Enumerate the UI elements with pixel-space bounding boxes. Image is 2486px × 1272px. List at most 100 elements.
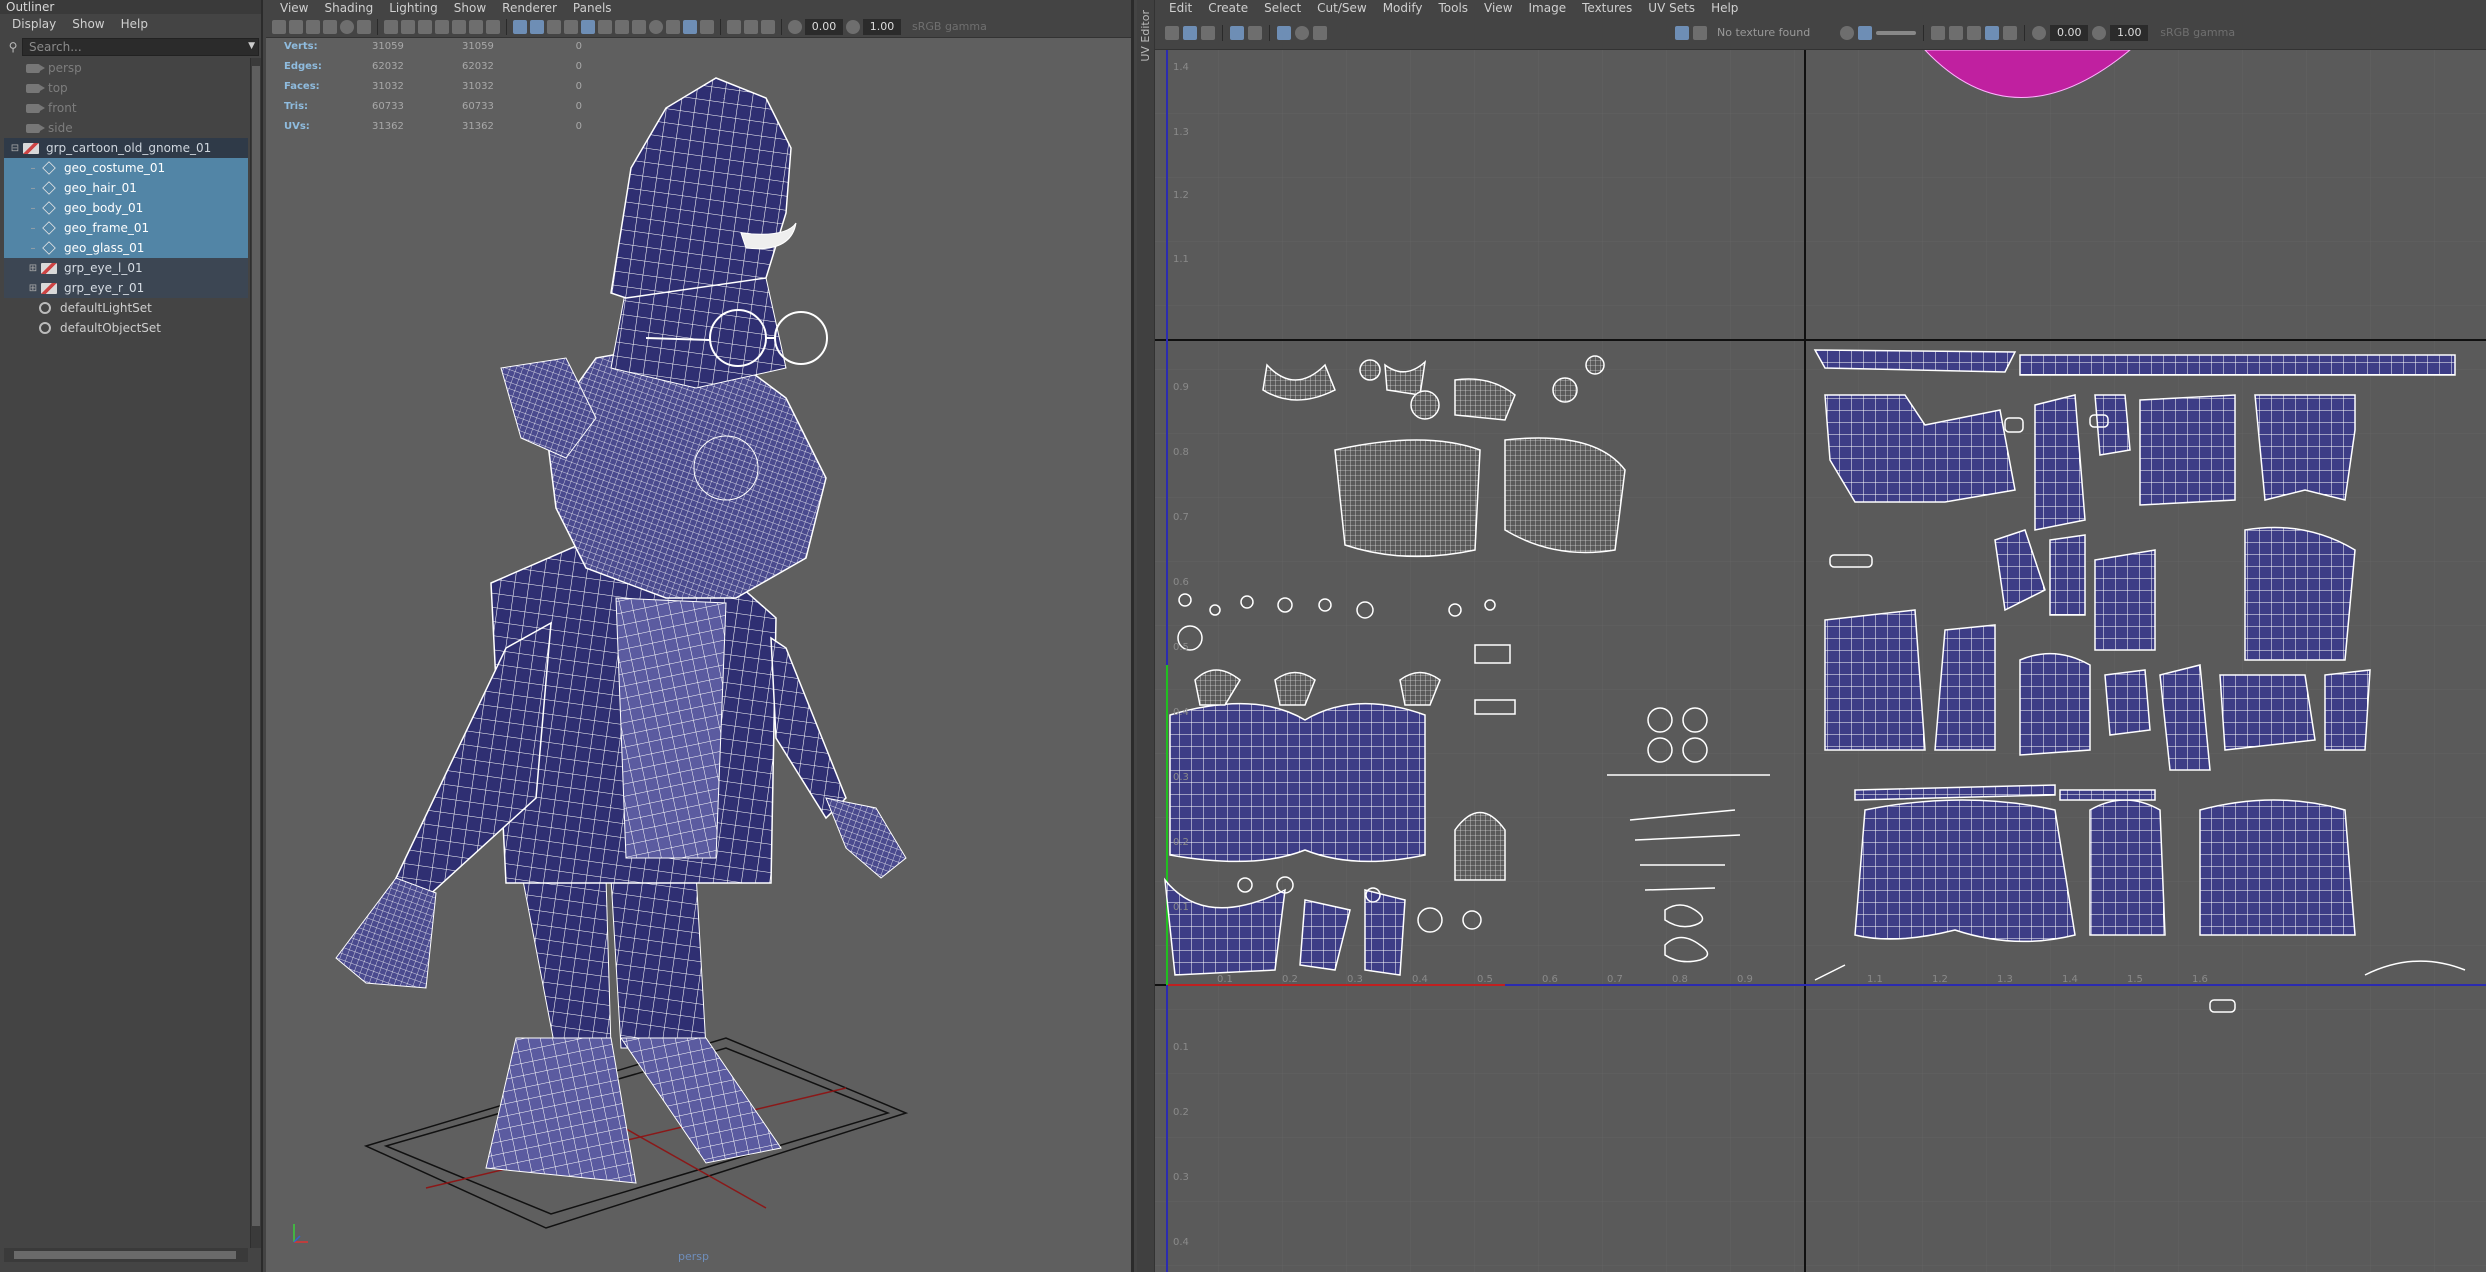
gate-mask-icon[interactable] xyxy=(435,19,449,34)
xray-active-icon[interactable] xyxy=(761,19,775,34)
outliner-vertical-scrollbar[interactable] xyxy=(250,58,261,1248)
exposure-field[interactable]: 0.00 xyxy=(805,18,843,35)
tree-item-front[interactable]: front xyxy=(4,98,248,118)
uv-gamma-field[interactable]: 1.00 xyxy=(2110,24,2149,41)
bookmark-icon[interactable] xyxy=(306,19,320,34)
uv-distortion-icon[interactable] xyxy=(1248,25,1262,40)
uv-shell-icon[interactable] xyxy=(1183,25,1197,40)
lights-icon[interactable] xyxy=(615,19,629,34)
tree-item-geo-costume[interactable]: – geo_costume_01 xyxy=(4,158,248,178)
scrollbar-thumb[interactable] xyxy=(14,1251,236,1259)
menu-display[interactable]: Display xyxy=(4,17,64,31)
3d-viewport-canvas[interactable] xyxy=(266,38,1134,1272)
brightness-slider-icon[interactable] xyxy=(1876,30,1917,35)
uv-layout[interactable]: 1.4 1.3 1.2 1.1 0.9 0.8 0.7 0.6 0.5 0.4 0.3 0.2 0.1 0… xyxy=(1155,49,2486,1272)
isolate-uv-icon[interactable] xyxy=(1985,25,2000,40)
menu-select[interactable]: Select xyxy=(1256,1,1309,15)
shadows-icon[interactable] xyxy=(632,19,646,34)
ambient-occlusion-icon[interactable] xyxy=(649,19,663,34)
outliner-horizontal-scrollbar[interactable] xyxy=(4,1248,248,1262)
tree-item-default-object-set[interactable]: defaultObjectSet xyxy=(4,318,248,338)
menu-help[interactable]: Help xyxy=(1703,1,1746,15)
expand-icon[interactable]: ⊞ xyxy=(26,283,40,294)
menu-shading[interactable]: Shading xyxy=(316,1,381,15)
tree-item-side[interactable]: side xyxy=(4,118,248,138)
tree-item-top[interactable]: top xyxy=(4,78,248,98)
smooth-shade-icon[interactable] xyxy=(530,19,544,34)
uv-exposure-field[interactable]: 0.00 xyxy=(2050,24,2089,41)
menu-modify[interactable]: Modify xyxy=(1375,1,1431,15)
xray-icon[interactable] xyxy=(564,19,578,34)
gamma-icon[interactable] xyxy=(846,19,860,34)
uv-settings-icon[interactable] xyxy=(2003,25,2018,40)
select-camera-icon[interactable] xyxy=(272,19,286,34)
uv-snapshot-icon[interactable] xyxy=(1313,25,1327,40)
dim-image-icon[interactable] xyxy=(1840,25,1855,40)
viewport-scene[interactable] xyxy=(266,38,1134,1272)
tree-item-grp-eye-l[interactable]: ⊞ grp_eye_l_01 xyxy=(4,258,248,278)
chevron-down-icon[interactable]: ▼ xyxy=(248,41,255,51)
uv-checker-icon[interactable] xyxy=(1201,25,1215,40)
checker-map-icon[interactable] xyxy=(1693,25,1707,40)
tree-item-default-light-set[interactable]: defaultLightSet xyxy=(4,298,248,318)
menu-view[interactable]: View xyxy=(1476,1,1520,15)
menu-panels[interactable]: Panels xyxy=(565,1,620,15)
exposure-icon[interactable] xyxy=(2032,25,2047,40)
textured-icon[interactable] xyxy=(598,19,612,34)
default-material-icon[interactable] xyxy=(547,19,561,34)
tree-item-geo-glass[interactable]: – geo_glass_01 xyxy=(4,238,248,258)
menu-renderer[interactable]: Renderer xyxy=(494,1,565,15)
uv-canvas[interactable]: 1.4 1.3 1.2 1.1 0.9 0.8 0.7 0.6 0.5 0.4 0.3 0.2 0.1 0… xyxy=(1155,49,2486,1272)
safe-title-icon[interactable] xyxy=(486,19,500,34)
uv-color-space-label[interactable]: sRGB gamma xyxy=(2160,26,2235,39)
motion-blur-icon[interactable] xyxy=(666,19,680,34)
image-display-icon[interactable] xyxy=(1675,25,1689,40)
menu-textures[interactable]: Textures xyxy=(1574,1,1640,15)
expand-icon[interactable]: ⊞ xyxy=(26,263,40,274)
grid-icon[interactable] xyxy=(384,19,398,34)
menu-edit[interactable]: Edit xyxy=(1161,1,1200,15)
menu-show[interactable]: Show xyxy=(64,17,112,31)
xray-joints-icon[interactable] xyxy=(744,19,758,34)
uv-border-icon[interactable] xyxy=(1230,25,1244,40)
2d-pan-zoom-icon[interactable] xyxy=(340,19,354,34)
tree-item-grp-cartoon-old-gnome[interactable]: ⊟ grp_cartoon_old_gnome_01 xyxy=(4,138,248,158)
isolate-select-icon[interactable] xyxy=(727,19,741,34)
grease-pencil-icon[interactable] xyxy=(357,19,371,34)
uv-grid-icon[interactable] xyxy=(1277,25,1291,40)
film-gate-icon[interactable] xyxy=(401,19,415,34)
field-chart-icon[interactable] xyxy=(452,19,466,34)
menu-lighting[interactable]: Lighting xyxy=(381,1,446,15)
menu-cut-sew[interactable]: Cut/Sew xyxy=(1309,1,1375,15)
gamma-field[interactable]: 1.00 xyxy=(863,18,901,35)
tree-item-geo-hair[interactable]: – geo_hair_01 xyxy=(4,178,248,198)
scrollbar-thumb[interactable] xyxy=(252,66,260,1226)
tree-item-grp-eye-r[interactable]: ⊞ grp_eye_r_01 xyxy=(4,278,248,298)
tree-item-geo-body[interactable]: – geo_body_01 xyxy=(4,198,248,218)
menu-uv-sets[interactable]: UV Sets xyxy=(1640,1,1703,15)
tree-item-persp[interactable]: persp xyxy=(4,58,248,78)
menu-help[interactable]: Help xyxy=(113,17,156,31)
wireframe-on-shaded-icon[interactable] xyxy=(581,19,595,34)
uv-select-icon[interactable] xyxy=(1165,25,1179,40)
outliner-search-input[interactable]: Search... xyxy=(22,38,259,56)
menu-tools[interactable]: Tools xyxy=(1430,1,1476,15)
antialiasing-icon[interactable] xyxy=(683,19,697,34)
filter-icon[interactable] xyxy=(1858,25,1873,40)
camera-attributes-icon[interactable] xyxy=(289,19,303,34)
texture-borders-icon[interactable] xyxy=(1949,25,1964,40)
menu-image[interactable]: Image xyxy=(1521,1,1575,15)
gamma-icon[interactable] xyxy=(2092,25,2107,40)
shaded-uv-icon[interactable] xyxy=(1931,25,1946,40)
image-plane-icon[interactable] xyxy=(323,19,337,34)
menu-view[interactable]: View xyxy=(272,1,316,15)
menu-create[interactable]: Create xyxy=(1200,1,1256,15)
color-space-label[interactable]: sRGB gamma xyxy=(912,20,987,33)
color-management-icon[interactable] xyxy=(1967,25,1982,40)
uv-snap-icon[interactable] xyxy=(1295,25,1309,40)
collapse-icon[interactable]: ⊟ xyxy=(8,143,22,154)
safe-action-icon[interactable] xyxy=(469,19,483,34)
menu-show[interactable]: Show xyxy=(446,1,494,15)
resolution-gate-icon[interactable] xyxy=(418,19,432,34)
tree-item-geo-frame[interactable]: – geo_frame_01 xyxy=(4,218,248,238)
